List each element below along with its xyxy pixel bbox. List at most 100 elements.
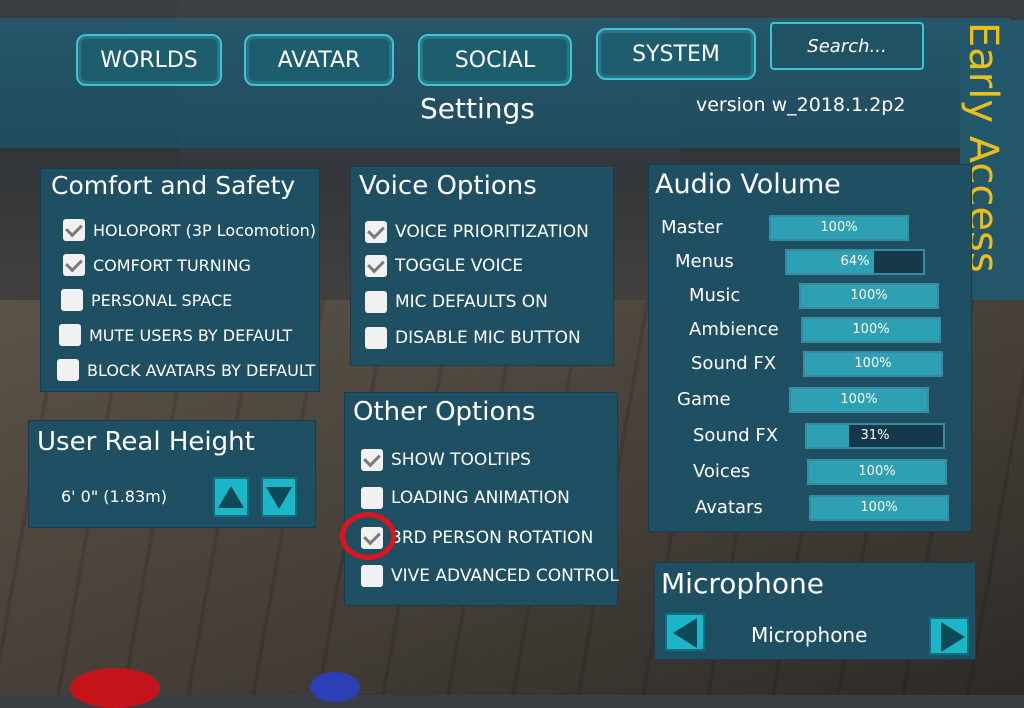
volume-label: Music xyxy=(689,285,741,306)
search-input[interactable]: Search... xyxy=(770,22,924,70)
volume-slider[interactable]: 100% xyxy=(809,495,949,521)
user-height-value: 6' 0" (1.83m) xyxy=(61,487,167,506)
comfort-safety-panel: Comfort and Safety HOLOPORT (3P Locomoti… xyxy=(40,168,320,392)
volume-value: 100% xyxy=(850,288,888,303)
mic-defaults-checkbox-row[interactable]: MIC DEFAULTS ON xyxy=(365,291,548,313)
microphone-title: Microphone xyxy=(661,567,824,600)
volume-value: 100% xyxy=(852,322,890,337)
show-tooltips-checkbox-row[interactable]: SHOW TOOLTIPS xyxy=(361,449,531,471)
nav-system-button[interactable]: SYSTEM xyxy=(596,28,756,80)
volume-row: Voices 100% xyxy=(649,459,969,487)
volume-slider[interactable]: 31% xyxy=(805,423,945,449)
block-avatars-label: BLOCK AVATARS BY DEFAULT xyxy=(87,360,316,380)
audio-title: Audio Volume xyxy=(655,169,841,200)
volume-value: 100% xyxy=(820,220,858,235)
volume-row: Avatars 100% xyxy=(649,495,969,523)
vive-advanced-label: VIVE ADVANCED CONTROL xyxy=(391,566,619,586)
other-title: Other Options xyxy=(353,397,536,427)
holoport-label: HOLOPORT (3P Locomotion) xyxy=(93,220,317,240)
arrow-up-icon xyxy=(218,486,244,508)
mute-users-checkbox-row[interactable]: MUTE USERS BY DEFAULT xyxy=(59,324,292,346)
mute-users-checkbox[interactable] xyxy=(59,324,81,346)
highlight-circle xyxy=(340,512,396,560)
volume-slider[interactable]: 100% xyxy=(769,215,909,241)
volume-label: Ambience xyxy=(689,319,779,340)
volume-label: Menus xyxy=(675,251,734,272)
show-tooltips-label: SHOW TOOLTIPS xyxy=(391,450,531,470)
vive-advanced-checkbox[interactable] xyxy=(361,565,383,587)
disable-mic-checkbox[interactable] xyxy=(365,327,387,349)
personal-space-checkbox-row[interactable]: PERSONAL SPACE xyxy=(61,289,232,311)
toggle-voice-checkbox-row[interactable]: TOGGLE VOICE xyxy=(365,255,523,277)
third-person-rotation-label: 3RD PERSON ROTATION xyxy=(391,528,594,548)
disable-mic-checkbox-row[interactable]: DISABLE MIC BUTTON xyxy=(365,327,581,349)
disable-mic-label: DISABLE MIC BUTTON xyxy=(395,328,581,348)
arrow-right-icon xyxy=(941,622,965,652)
red-object xyxy=(70,668,160,708)
volume-row: Sound FX 100% xyxy=(649,351,969,379)
volume-value: 100% xyxy=(858,464,896,479)
mic-defaults-checkbox[interactable] xyxy=(365,291,387,313)
volume-value: 100% xyxy=(860,500,898,515)
voice-title: Voice Options xyxy=(359,171,537,201)
audio-volume-panel: Audio Volume Master 100% Menus 64% Music 100%… xyxy=(648,164,972,532)
nav-avatar-button[interactable]: AVATAR xyxy=(244,34,394,86)
arrow-down-icon xyxy=(266,487,292,509)
comfort-title: Comfort and Safety xyxy=(51,171,296,200)
volume-slider[interactable]: 100% xyxy=(807,459,947,485)
loading-animation-checkbox[interactable] xyxy=(361,487,383,509)
mic-next-button[interactable] xyxy=(929,617,969,655)
toggle-voice-checkbox[interactable] xyxy=(365,255,387,277)
voice-prioritization-checkbox[interactable] xyxy=(365,221,387,243)
volume-label: Game xyxy=(677,389,731,410)
height-down-button[interactable] xyxy=(261,477,297,517)
voice-prioritization-label: VOICE PRIORITIZATION xyxy=(395,222,589,242)
nav-worlds-button[interactable]: WORLDS xyxy=(76,34,222,86)
user-height-title: User Real Height xyxy=(37,427,255,457)
version-label: version w_2018.1.2p2 xyxy=(696,94,906,116)
volume-slider[interactable]: 100% xyxy=(803,351,943,377)
voice-options-panel: Voice Options VOICE PRIORITIZATION TOGGL… xyxy=(350,166,614,366)
volume-value: 100% xyxy=(840,392,878,407)
holoport-checkbox[interactable] xyxy=(63,219,85,241)
comfort-turning-checkbox-row[interactable]: COMFORT TURNING xyxy=(63,254,251,276)
block-avatars-checkbox[interactable] xyxy=(57,359,79,381)
volume-slider[interactable]: 64% xyxy=(785,249,925,275)
height-up-button[interactable] xyxy=(213,477,249,517)
volume-row: Sound FX 31% xyxy=(649,423,969,451)
volume-label: Avatars xyxy=(695,497,763,518)
volume-label: Voices xyxy=(693,461,751,482)
nav-social-button[interactable]: SOCIAL xyxy=(418,34,572,86)
toggle-voice-label: TOGGLE VOICE xyxy=(395,256,524,276)
volume-slider[interactable]: 100% xyxy=(801,317,941,343)
volume-slider[interactable]: 100% xyxy=(799,283,939,309)
volume-row: Ambience 100% xyxy=(649,317,969,345)
volume-value: 100% xyxy=(854,356,892,371)
volume-row: Music 100% xyxy=(649,283,969,311)
arrow-left-icon xyxy=(673,618,697,648)
comfort-turning-checkbox[interactable] xyxy=(63,254,85,276)
volume-row: Game 100% xyxy=(649,387,969,415)
personal-space-label: PERSONAL SPACE xyxy=(91,290,233,310)
comfort-turning-label: COMFORT TURNING xyxy=(93,255,251,275)
volume-row: Menus 64% xyxy=(649,249,969,277)
holoport-checkbox-row[interactable]: HOLOPORT (3P Locomotion) xyxy=(63,219,316,241)
microphone-selected: Microphone xyxy=(751,623,868,647)
volume-label: Sound FX xyxy=(693,425,779,446)
block-avatars-checkbox-row[interactable]: BLOCK AVATARS BY DEFAULT xyxy=(57,359,315,381)
user-height-panel: User Real Height 6' 0" (1.83m) xyxy=(28,420,316,528)
mic-defaults-label: MIC DEFAULTS ON xyxy=(395,292,548,312)
page-title: Settings xyxy=(420,92,535,125)
volume-value: 31% xyxy=(860,428,890,443)
loading-animation-checkbox-row[interactable]: LOADING ANIMATION xyxy=(361,487,570,509)
personal-space-checkbox[interactable] xyxy=(61,289,83,311)
mute-users-label: MUTE USERS BY DEFAULT xyxy=(89,325,293,345)
volume-row: Master 100% xyxy=(649,215,969,243)
other-options-panel: Other Options SHOW TOOLTIPS LOADING ANIM… xyxy=(344,392,619,606)
voice-prioritization-checkbox-row[interactable]: VOICE PRIORITIZATION xyxy=(365,221,589,243)
loading-animation-label: LOADING ANIMATION xyxy=(391,488,570,508)
volume-slider[interactable]: 100% xyxy=(789,387,929,413)
mic-prev-button[interactable] xyxy=(665,613,705,651)
show-tooltips-checkbox[interactable] xyxy=(361,449,383,471)
vive-advanced-checkbox-row[interactable]: VIVE ADVANCED CONTROL xyxy=(361,565,619,587)
